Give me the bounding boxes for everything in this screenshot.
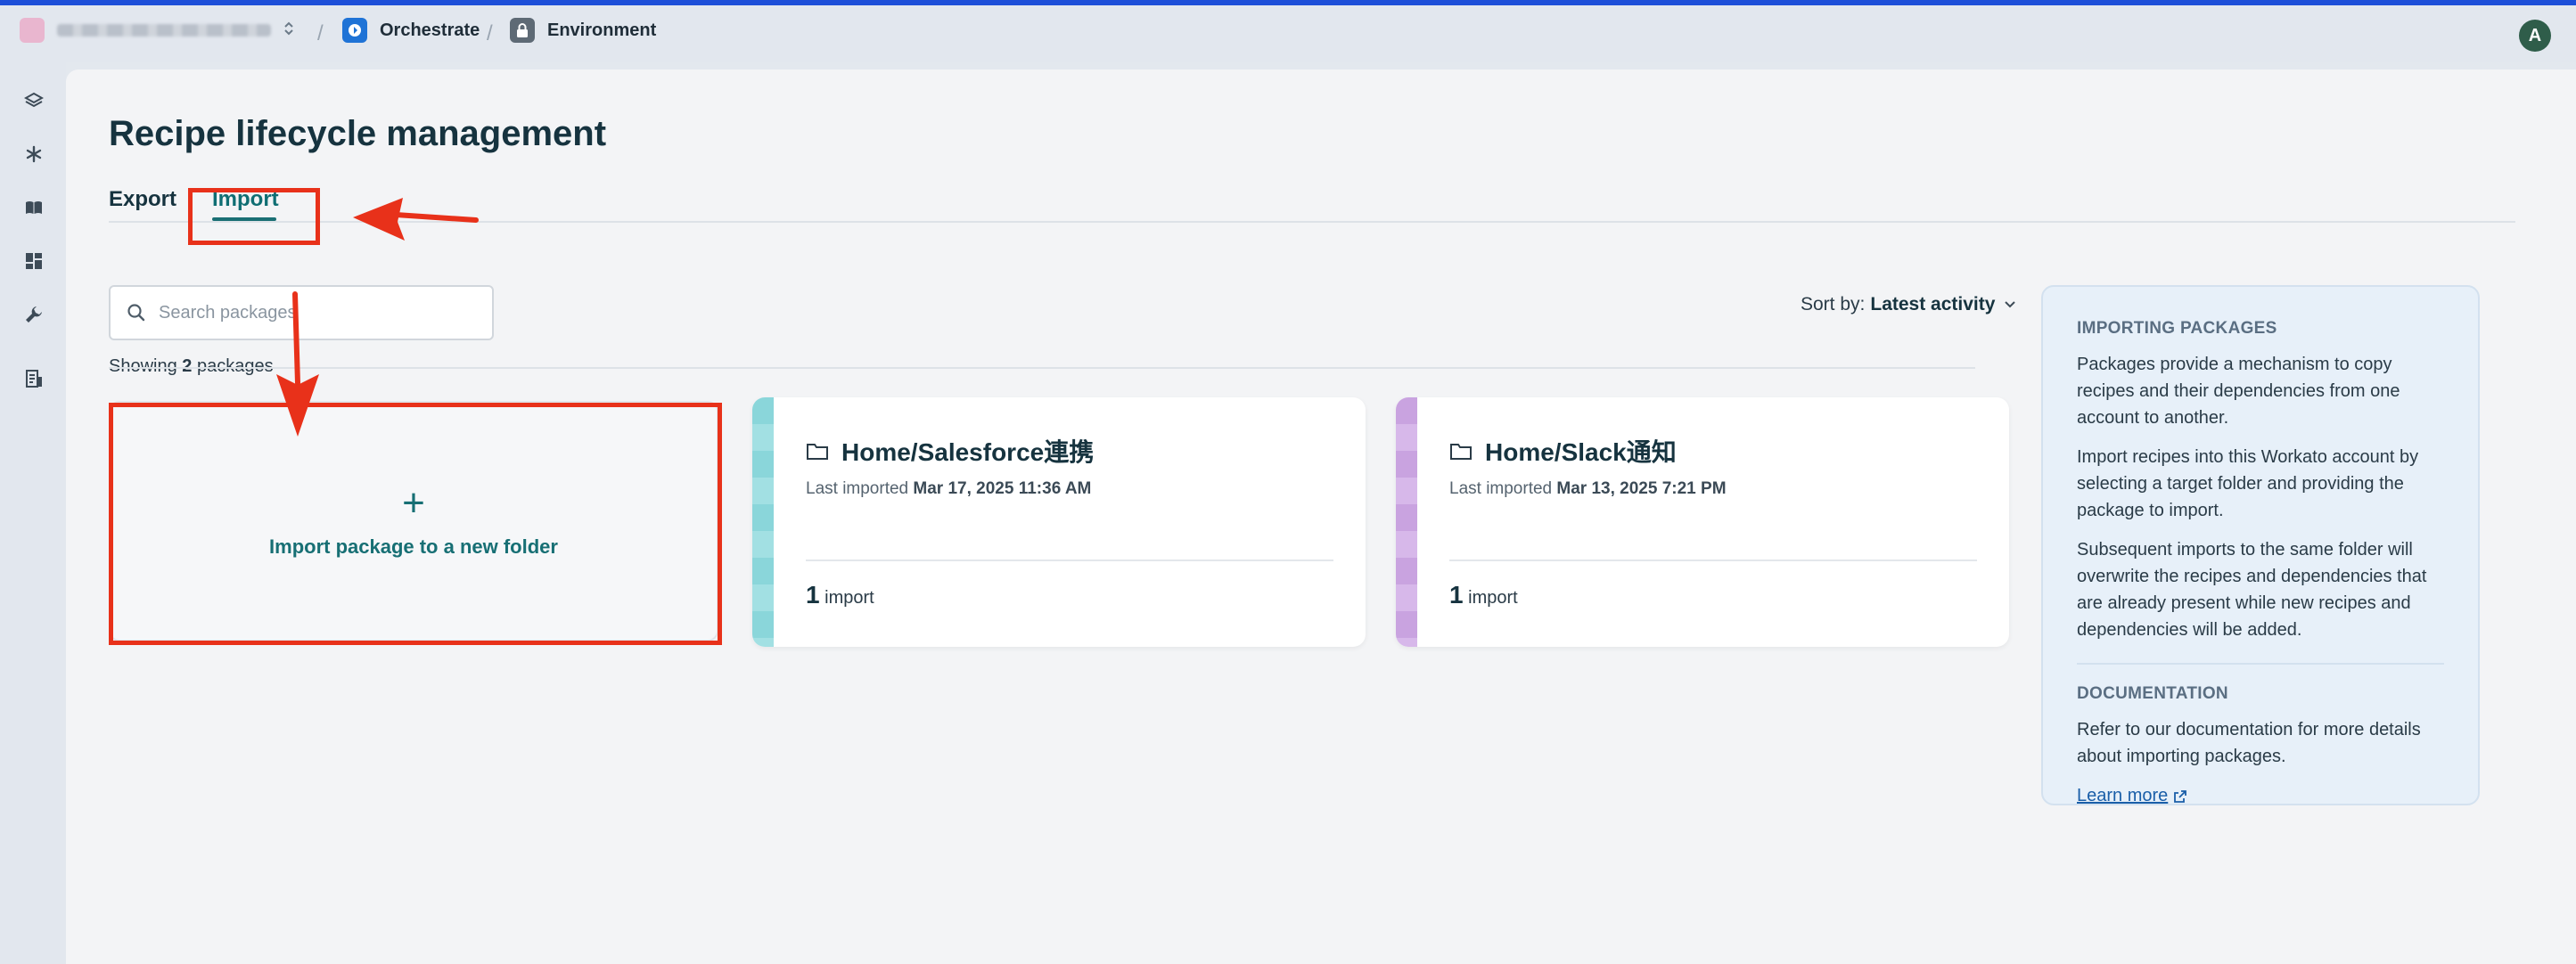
annotation-arrow-down [276,291,319,437]
annotation-arrow-right [353,198,479,241]
annotation-arrows [276,198,479,437]
